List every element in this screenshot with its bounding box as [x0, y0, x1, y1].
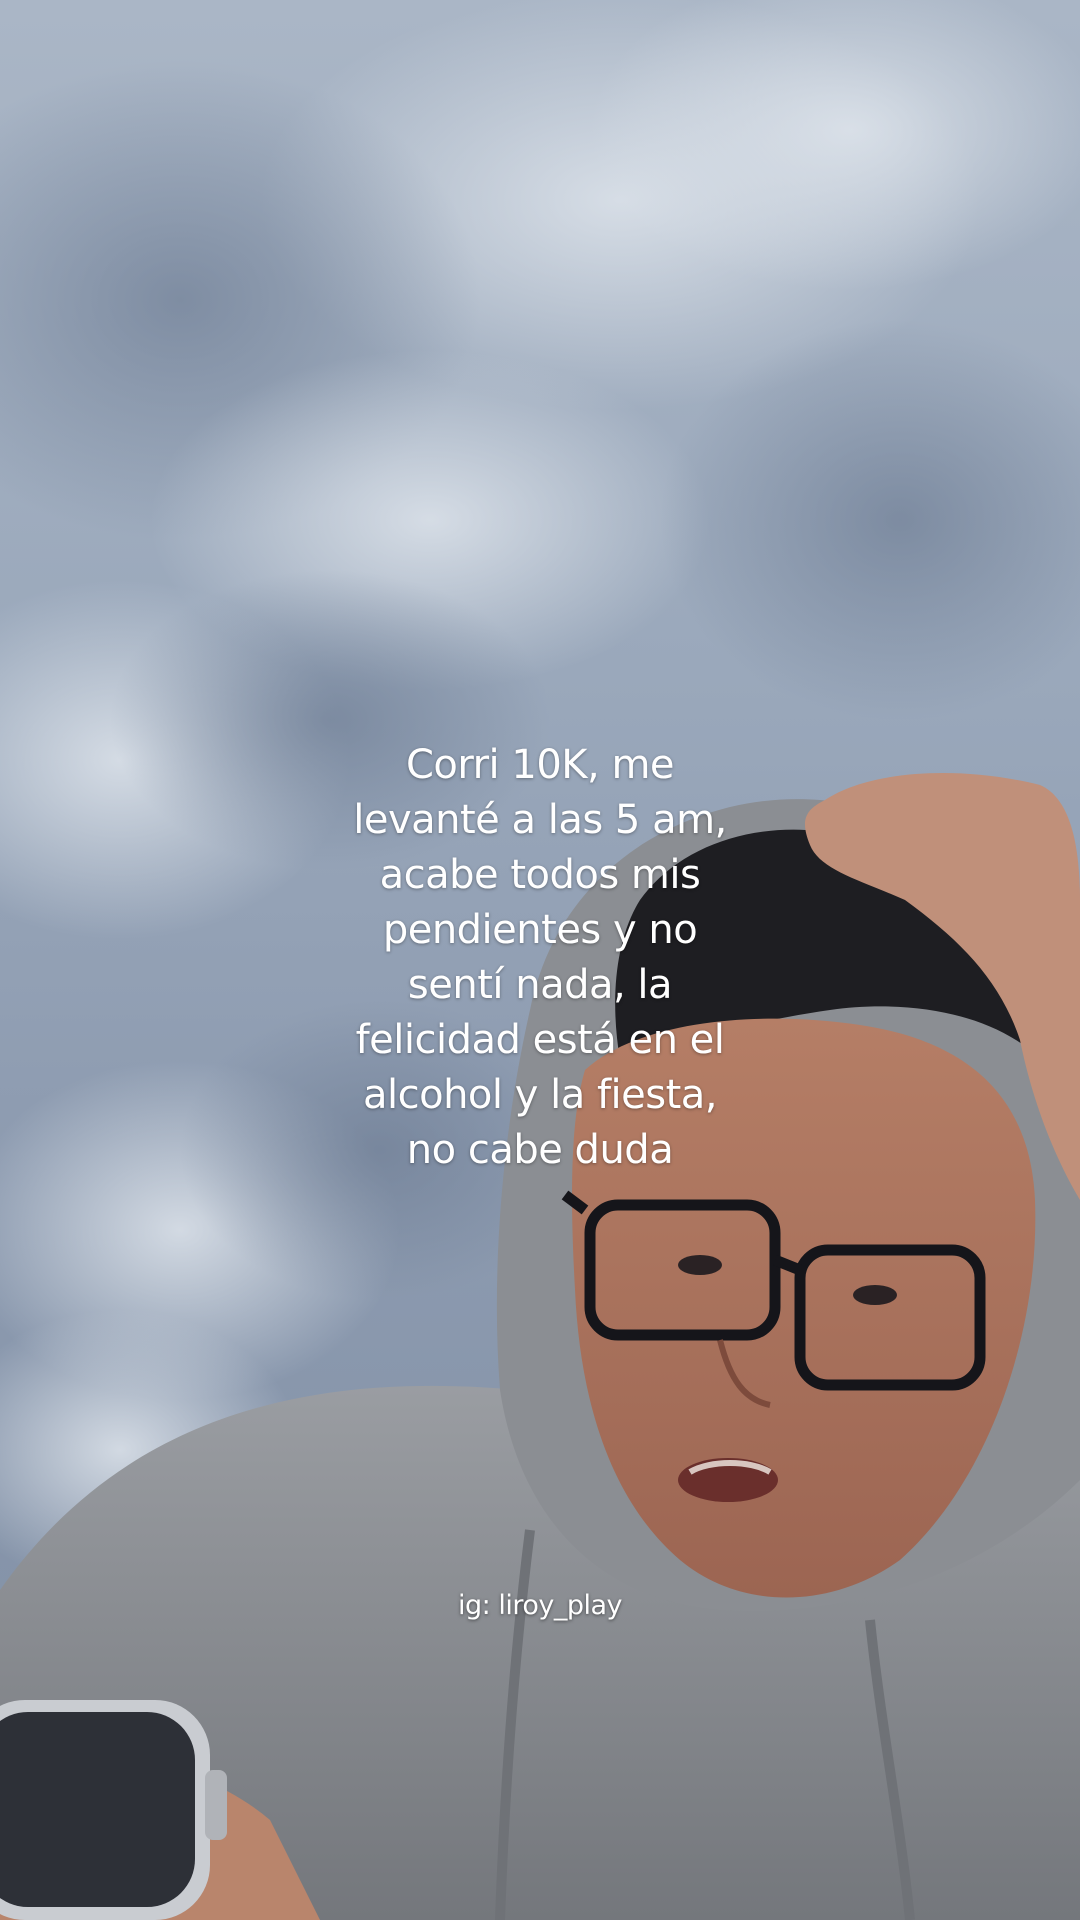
caption-line: pendientes y no — [382, 907, 698, 953]
caption-line: sentí nada, la — [407, 962, 673, 1008]
caption-line: felicidad está en el — [355, 1017, 725, 1063]
smartwatch-icon — [0, 1700, 227, 1920]
caption-line: alcohol y la fiesta, — [362, 1072, 718, 1118]
caption-line: Corri 10K, me — [405, 742, 675, 788]
caption-line: acabe todos mis — [379, 852, 701, 898]
caption-line: no cabe duda — [406, 1127, 674, 1173]
video-frame[interactable]: Corri 10K, me levanté a las 5 am, acabe to… — [0, 0, 1080, 1920]
caption-line: levanté a las 5 am, — [353, 797, 727, 843]
caption-text: Corri 10K, me levanté a las 5 am, acabe to… — [290, 738, 790, 1178]
watermark-handle: ig: liroy_play — [458, 1590, 623, 1621]
